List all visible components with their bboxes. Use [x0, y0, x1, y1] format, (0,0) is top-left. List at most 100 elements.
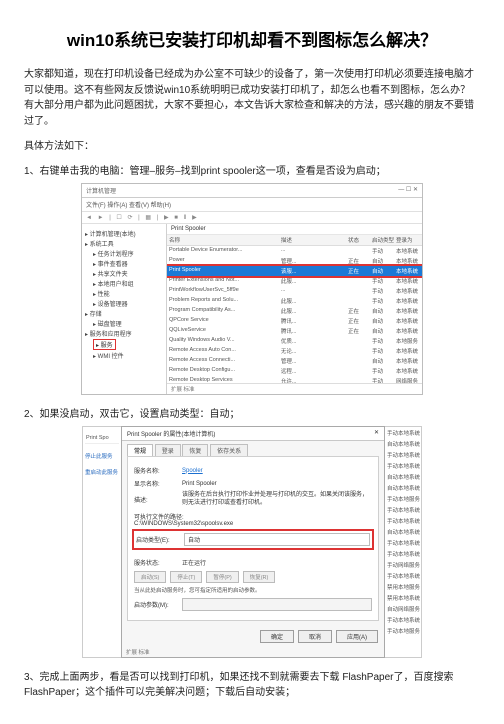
tree-node[interactable]: ▸ WMI 控件: [85, 351, 163, 360]
service-row[interactable]: Remote Desktop Services允许...手动网络服务: [167, 376, 422, 383]
list-row-fragment: 禁用本地系统: [385, 592, 421, 603]
services-pane: Print Spooler 名称 描述 状态 启动类型 登录为 Portable…: [167, 224, 422, 394]
service-row[interactable]: Print Spooler该服...正在自动本地系统: [167, 266, 422, 276]
list-row-fragment: 手动本地系统: [385, 614, 421, 625]
service-row[interactable]: Portable Device Enumerator......手动本地系统: [167, 246, 422, 256]
service-state-label: 服务状态:: [134, 558, 182, 567]
list-row-fragment: 自动网络服务: [385, 603, 421, 614]
list-row-fragment: 手动本地服务: [385, 493, 421, 504]
service-state-value: 正在运行: [182, 558, 372, 567]
tab-recovery[interactable]: 恢复: [182, 444, 208, 456]
screenshot-services-window: 计算机管理 — ☐ ✕ 文件(F) 操作(A) 查看(V) 帮助(H) ◄ ► …: [81, 183, 423, 395]
tree-node[interactable]: ▸ 共享文件夹: [85, 269, 163, 278]
list-row-fragment: 自动本地系统: [385, 482, 421, 493]
step-3: 3、完成上面两步，看是否可以找到打印机，如果还找不到就需要去下载 FlashPa…: [24, 668, 480, 698]
description-label: 描述:: [134, 495, 182, 504]
service-row[interactable]: QPCore Service腾讯...正在自动本地系统: [167, 316, 422, 326]
display-name-value: Print Spooler: [182, 481, 372, 487]
list-row-fragment: 手动本地系统: [385, 460, 421, 471]
service-row[interactable]: Program Compatibility As...此服...正在自动本地系统: [167, 306, 422, 316]
pause-button[interactable]: 暂停(P): [206, 571, 238, 583]
list-row-fragment: 手动本地系统: [385, 570, 421, 581]
dialog-tabs[interactable]: 常规 登录 恢复 依存关系: [122, 441, 384, 456]
list-row-fragment: 自动本地系统: [385, 471, 421, 482]
ok-button[interactable]: 确定: [260, 630, 294, 643]
service-name-value: Spooler: [182, 468, 372, 474]
display-name-label: 显示名称:: [134, 479, 182, 488]
right-list-strip: 手动本地系统自动本地系统手动本地系统手动本地系统自动本地系统自动本地系统手动本地…: [385, 426, 422, 658]
startup-type-label: 启动类型(E):: [136, 535, 184, 544]
tree-node[interactable]: ▸ 事件查看器: [85, 259, 163, 268]
service-row[interactable]: PrintWorkflowUserSvc_5ff9e...手动本地系统: [167, 286, 422, 296]
service-name-label: 服务名称:: [134, 466, 182, 475]
pane-title: Print Spooler: [167, 224, 422, 235]
dialog-titlebar: Print Spooler 的属性(本地计算机) ✕: [122, 427, 384, 441]
window-controls[interactable]: — ☐ ✕: [398, 186, 418, 195]
restart-service-link[interactable]: 重启动此服务: [85, 468, 119, 476]
tree-node[interactable]: ▸ 磁盘管理: [85, 319, 163, 328]
service-row[interactable]: Problem Reports and Solu...此服...手动本地系统: [167, 296, 422, 306]
exe-path-label: 可执行文件的路径:: [134, 512, 372, 521]
list-row-fragment: 禁用本地服务: [385, 581, 421, 592]
service-row[interactable]: Power管理...正在自动本地系统: [167, 256, 422, 266]
resume-button[interactable]: 恢复(R): [243, 571, 276, 583]
service-row[interactable]: Remote Access Auto Con...无论...手动本地系统: [167, 346, 422, 356]
tab-general[interactable]: 常规: [127, 444, 153, 456]
dialog-title: Print Spooler 的属性(本地计算机): [127, 429, 215, 438]
service-row[interactable]: Remote Desktop Configu...远程...手动本地系统: [167, 366, 422, 376]
service-row[interactable]: QQLiveService腾讯...正在自动本地系统: [167, 326, 422, 336]
properties-dialog: Print Spooler 的属性(本地计算机) ✕ 常规 登录 恢复 依存关系…: [121, 426, 385, 658]
list-row-fragment: 自动本地系统: [385, 526, 421, 537]
list-row-fragment: 手动本地系统: [385, 548, 421, 559]
tree-node[interactable]: ▸ 服务: [85, 339, 163, 350]
step-2: 2、如果没启动，双击它，设置启动类型：自动；: [24, 405, 480, 420]
start-param-label: 启动参数(M):: [134, 600, 182, 609]
start-param-note: 当从此处启动服务时，您可指定所适用的启动参数。: [134, 586, 372, 594]
description-value: 该服务在后台执行打印作业并处理与打印机的交互。如果关闭该服务，则无法进行打印或查…: [182, 492, 372, 508]
start-param-input[interactable]: [182, 598, 372, 611]
screenshot-properties-dialog: Print Spo 停止此服务 重启动此服务 Print Spooler 的属性…: [82, 426, 422, 658]
page-title: win10系统已安装打印机却看不到图标怎么解决？: [24, 26, 480, 51]
close-icon[interactable]: ✕: [374, 429, 379, 438]
services-list[interactable]: 名称 描述 状态 启动类型 登录为 Portable Device Enumer…: [167, 235, 422, 383]
tree-node[interactable]: ▸ 设备管理器: [85, 299, 163, 308]
dialog-bottom-tabs[interactable]: 扩展 标准: [122, 647, 384, 657]
pane-bottom-tabs[interactable]: 扩展 标准: [167, 383, 422, 394]
tree-node[interactable]: ▸ 任务计划程序: [85, 249, 163, 258]
service-row[interactable]: Remote Access Connecti...管理...自动本地系统: [167, 356, 422, 366]
method-subhead: 具体方法如下：: [24, 137, 480, 152]
list-row-fragment: 手动本地服务: [385, 625, 421, 636]
list-row-fragment: 手动本地系统: [385, 537, 421, 548]
list-row-fragment: 自动本地系统: [385, 438, 421, 449]
apply-button[interactable]: 应用(A): [336, 630, 378, 643]
service-row[interactable]: Printer Extensions and Not...此服...手动本地系统: [167, 276, 422, 286]
list-row-fragment: 手动本地系统: [385, 504, 421, 515]
window-titlebar: 计算机管理 — ☐ ✕: [82, 184, 422, 198]
stop-button[interactable]: 停止(T): [170, 571, 202, 583]
left-pane-strip: Print Spo 停止此服务 重启动此服务: [82, 426, 121, 658]
tree-node[interactable]: ▸ 服务和应用程序: [85, 329, 163, 338]
intro-paragraph: 大家都知道，现在打印机设备已经成为办公室不可缺少的设备了，第一次使用打印机必须要…: [24, 67, 480, 129]
service-row[interactable]: Quality Windows Audio V...优质...手动本地服务: [167, 336, 422, 346]
startup-type-select[interactable]: 自动: [184, 533, 370, 546]
tree-node[interactable]: ▸ 系统工具: [85, 239, 163, 248]
mini-tabs: Print Spo: [85, 433, 119, 444]
tab-dependencies[interactable]: 依存关系: [210, 444, 248, 456]
tree-node[interactable]: ▸ 计算机管理(本地): [85, 229, 163, 238]
tree-node[interactable]: ▸ 性能: [85, 289, 163, 298]
list-header: 名称 描述 状态 启动类型 登录为: [167, 235, 422, 246]
toolbar[interactable]: ◄ ► | ☐ ⟳ | ▦ | ▶ ■ Ⅱ ▶: [82, 212, 422, 224]
list-row-fragment: 手动本地系统: [385, 449, 421, 460]
nav-tree[interactable]: ▸ 计算机管理(本地)▸ 系统工具▸ 任务计划程序▸ 事件查看器▸ 共享文件夹▸…: [82, 224, 167, 394]
tree-node[interactable]: ▸ 存储: [85, 309, 163, 318]
cancel-button[interactable]: 取消: [298, 630, 332, 643]
tree-node[interactable]: ▸ 本地用户和组: [85, 279, 163, 288]
menubar[interactable]: 文件(F) 操作(A) 查看(V) 帮助(H): [82, 198, 422, 212]
list-row-fragment: 手动网络服务: [385, 559, 421, 570]
start-button[interactable]: 启动(S): [134, 571, 166, 583]
exe-path-value: C:\WINDOWS\System32\spoolsv.exe: [134, 521, 233, 527]
list-row-fragment: 手动本地系统: [385, 427, 421, 438]
stop-service-link[interactable]: 停止此服务: [85, 452, 119, 460]
list-row-fragment: 手动本地系统: [385, 515, 421, 526]
tab-logon[interactable]: 登录: [155, 444, 181, 456]
